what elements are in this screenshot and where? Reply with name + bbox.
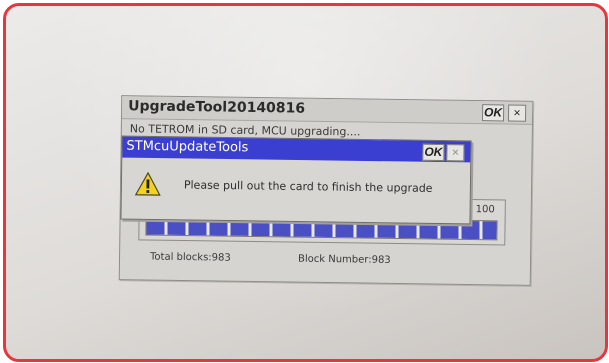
dialog-message: Please pull out the card to finish the u… — [183, 178, 433, 195]
warning-icon — [134, 171, 161, 196]
dialog-ok-button[interactable]: OK — [422, 143, 445, 162]
dialog-title: STMcuUpdateTools — [126, 138, 249, 156]
upgrade-ok-button[interactable]: OK — [481, 104, 505, 122]
progress-max-label: 100 — [475, 204, 495, 216]
total-blocks-text: Total blocks:983 — [149, 251, 231, 264]
photo-frame: UpgradeTool20140816 OK × No TETROM in SD… — [3, 3, 608, 362]
stmcu-update-dialog: STMcuUpdateTools OK × Please pull out th… — [120, 135, 472, 225]
dialog-titlebar[interactable]: STMcuUpdateTools OK × — [122, 136, 471, 163]
upgrade-window-title: UpgradeTool20140816 — [128, 98, 306, 117]
upgrade-close-button[interactable]: × — [507, 104, 527, 122]
dialog-close-button[interactable]: × — [446, 144, 465, 162]
block-number-text: Block Number:983 — [297, 253, 391, 266]
upgrade-window-titlebar[interactable]: UpgradeTool20140816 OK × — [121, 96, 533, 125]
